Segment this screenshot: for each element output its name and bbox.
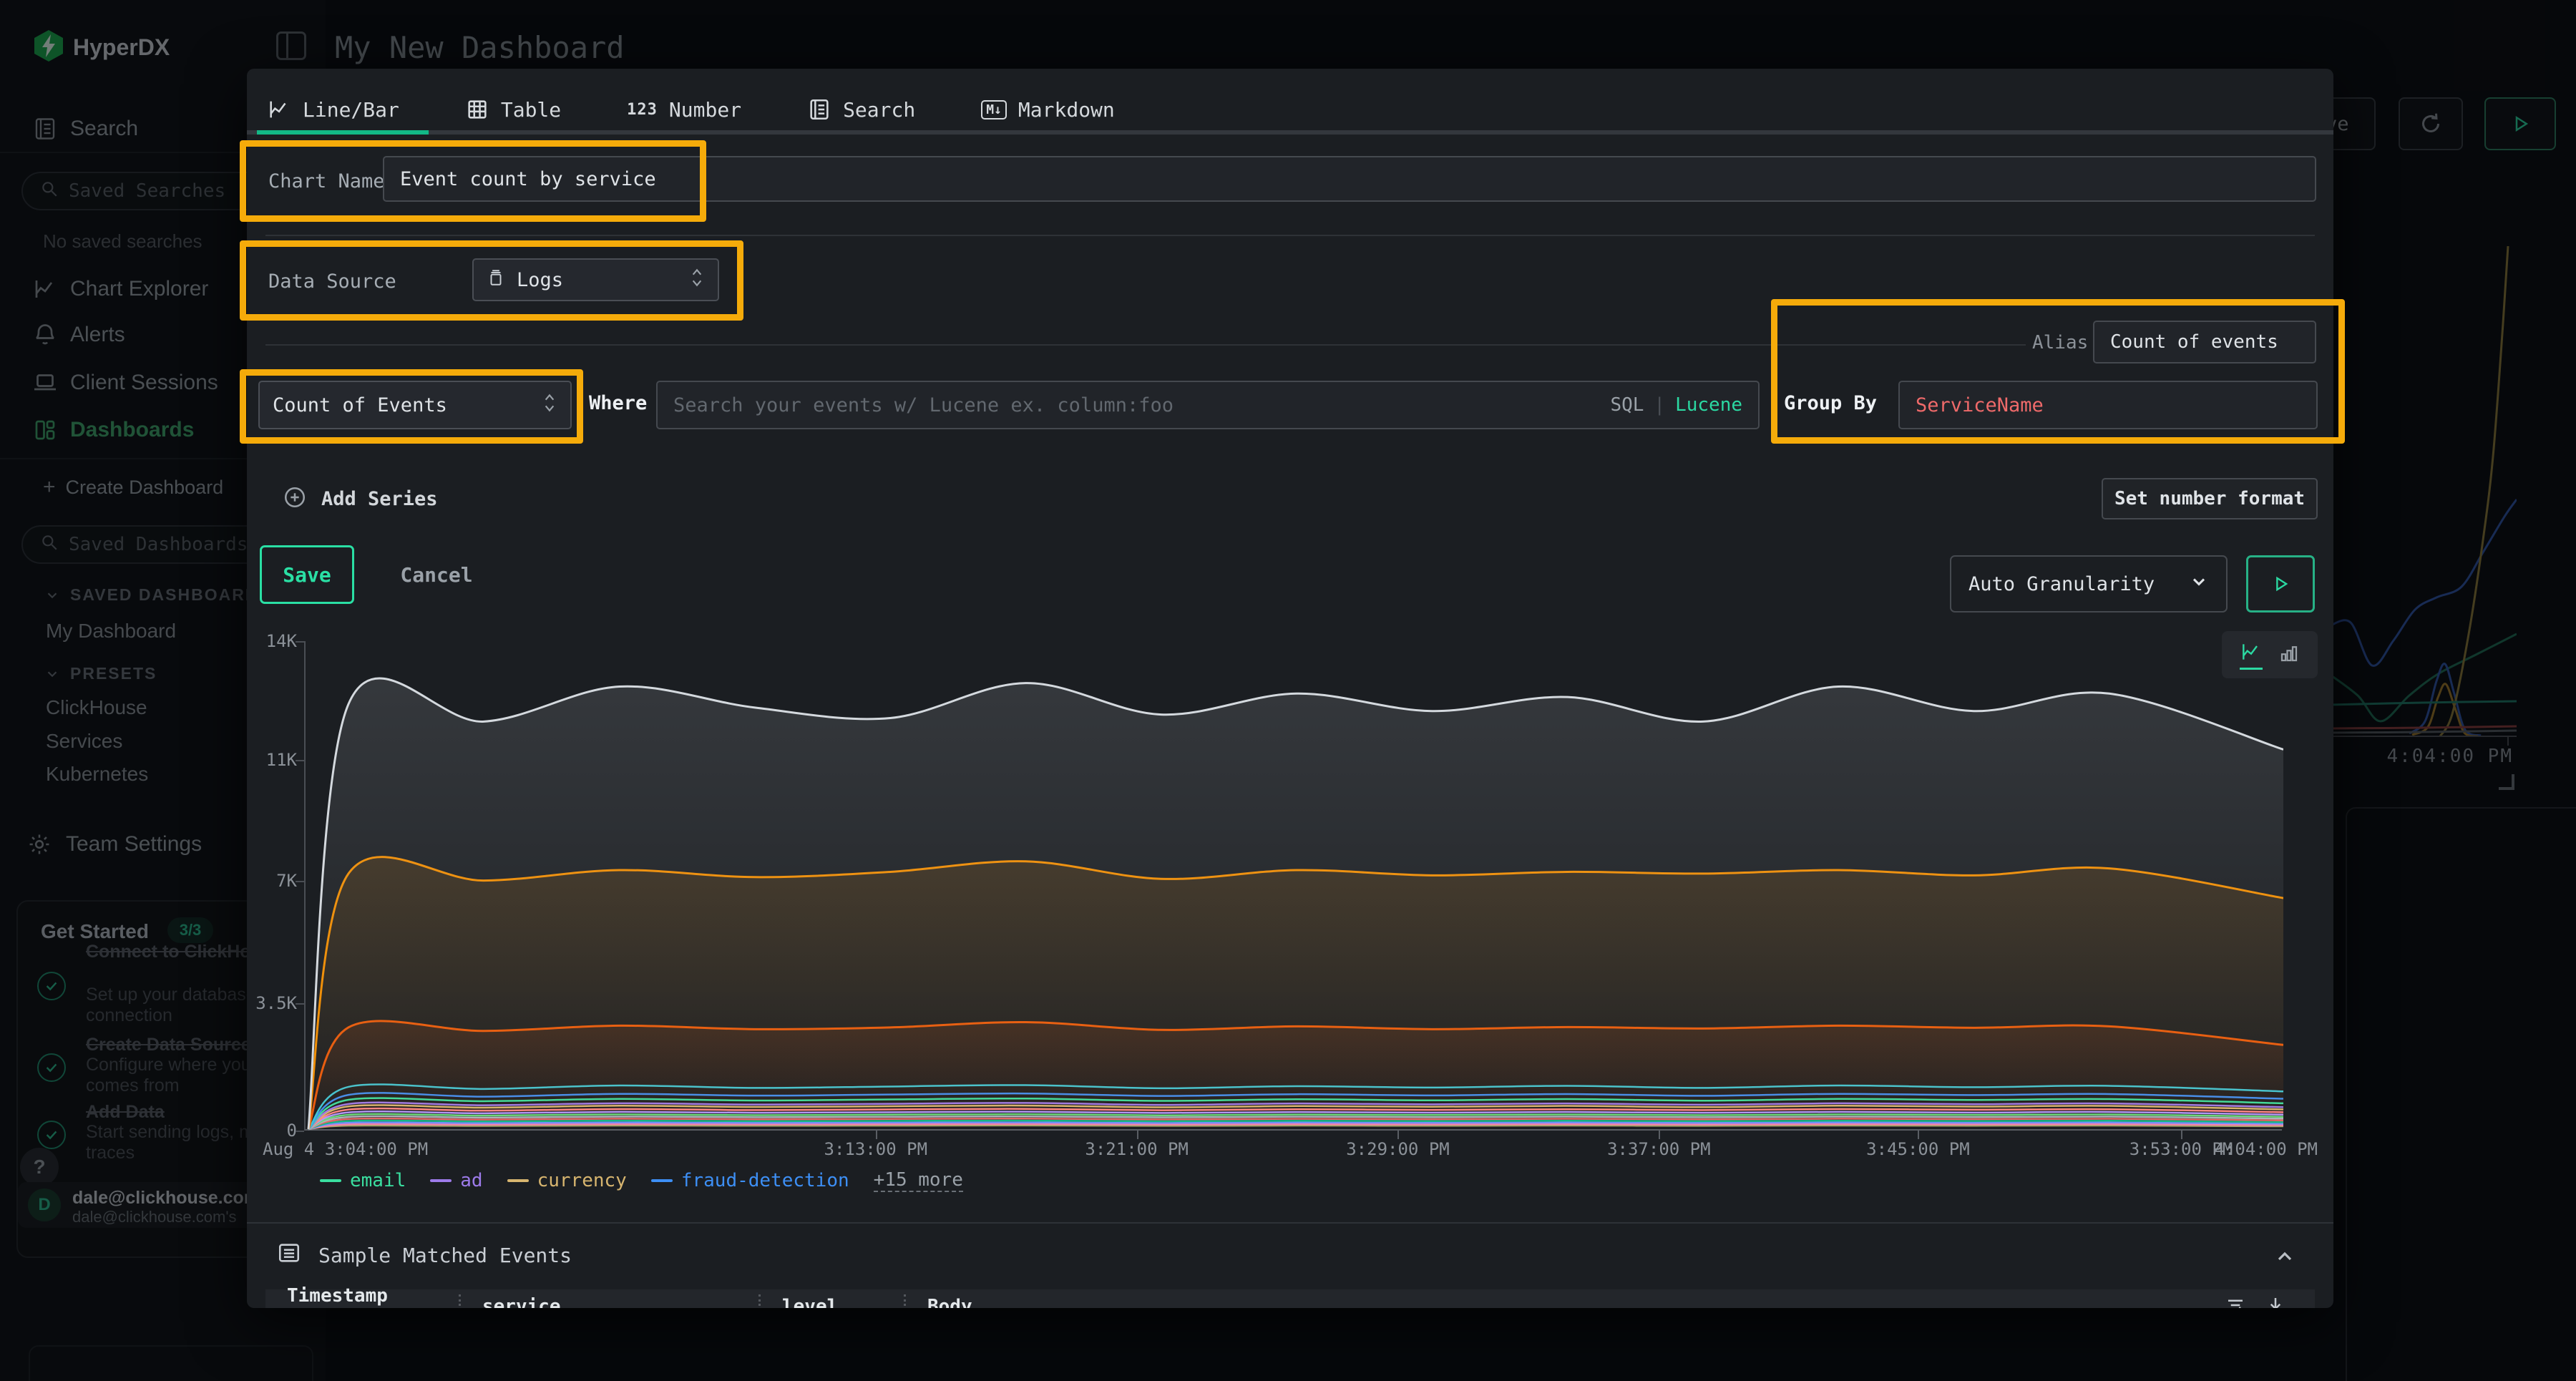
sql-mode-toggle[interactable]: SQL	[1610, 394, 1644, 416]
column-header-level[interactable]: level	[761, 1296, 904, 1308]
mode-separator: |	[1654, 394, 1665, 416]
select-updown-icon	[542, 392, 557, 419]
column-header-timestamp[interactable]: Timestamp (Local)	[265, 1285, 459, 1308]
x-tick-label: 3:45:00 PM	[1866, 1139, 1970, 1159]
x-tick-label: 3:37:00 PM	[1607, 1139, 1711, 1159]
legend-item[interactable]: fraud-detection	[651, 1170, 849, 1191]
set-number-format-button[interactable]: Set number format	[2102, 478, 2318, 519]
chart-name-input[interactable]: Event count by service	[383, 156, 2316, 202]
legend-more-button[interactable]: +15 more	[874, 1169, 963, 1192]
chevron-down-icon	[2189, 572, 2209, 597]
granularity-select[interactable]: Auto Granularity	[1950, 555, 2228, 613]
play-icon	[2270, 574, 2290, 594]
y-tick-label: 7K	[247, 871, 297, 891]
filter-rows-icon[interactable]	[2225, 1294, 2246, 1308]
collapse-section-button[interactable]	[2273, 1245, 2296, 1271]
run-query-button[interactable]	[2246, 555, 2315, 613]
legend-item[interactable]: ad	[430, 1170, 482, 1191]
x-tick-label: 3:13:00 PM	[824, 1139, 928, 1159]
y-tick-label: 14K	[247, 631, 297, 651]
group-by-input[interactable]: ServiceName	[1898, 381, 2318, 429]
x-tick-label: 4:04:00 PM	[2215, 1139, 2318, 1159]
database-icon	[487, 268, 505, 292]
legend-item[interactable]: email	[320, 1170, 406, 1191]
y-tick-label: 0	[247, 1121, 297, 1141]
main-chart-plot[interactable]	[304, 641, 2282, 1131]
x-tick-label: Aug 4 3:04:00 PM	[263, 1139, 428, 1159]
chart-name-label: Chart Name	[268, 170, 385, 192]
where-search-input[interactable]: Search your events w/ Lucene ex. column:…	[656, 381, 1760, 429]
legend-swatch	[507, 1179, 529, 1182]
chart-legend: email ad currency fraud-detection +15 more	[320, 1169, 963, 1192]
x-tick-label: 3:21:00 PM	[1085, 1139, 1189, 1159]
chevron-up-icon	[2273, 1245, 2296, 1268]
plus-circle-icon	[283, 485, 307, 512]
section-divider	[247, 1222, 2333, 1224]
where-placeholder: Search your events w/ Lucene ex. column:…	[673, 394, 1174, 416]
section-divider	[265, 235, 2315, 236]
list-icon	[277, 1241, 301, 1268]
alias-input[interactable]: Count of events	[2093, 321, 2316, 363]
add-series-button[interactable]: Add Series	[283, 485, 438, 512]
y-tick-label: 3.5K	[247, 993, 297, 1013]
download-icon[interactable]	[2265, 1294, 2286, 1308]
x-tick-label: 3:29:00 PM	[1346, 1139, 1450, 1159]
data-source-label: Data Source	[268, 270, 396, 293]
markdown-icon: M↓	[981, 100, 1007, 119]
group-by-label: Group By	[1784, 392, 1877, 414]
tabs-divider	[247, 130, 2333, 135]
save-button[interactable]: Save	[260, 545, 354, 604]
section-divider	[265, 344, 2026, 346]
lucene-mode-toggle[interactable]: Lucene	[1675, 394, 1742, 416]
events-table-header: Timestamp (Local) service level Body	[265, 1289, 2315, 1308]
legend-swatch	[651, 1179, 673, 1182]
sample-events-title: Sample Matched Events	[318, 1244, 572, 1267]
column-header-body[interactable]: Body	[906, 1296, 972, 1308]
active-tab-indicator	[257, 130, 429, 135]
table-icon	[465, 97, 489, 122]
column-header-service[interactable]: service	[461, 1296, 758, 1308]
search-doc-icon	[807, 97, 831, 122]
aggregation-select[interactable]: Count of Events	[258, 381, 572, 429]
select-updown-icon	[689, 267, 705, 293]
data-source-select[interactable]: Logs	[472, 258, 719, 301]
line-chart-icon	[267, 97, 291, 122]
y-tick-label: 11K	[247, 750, 297, 770]
where-label: Where	[589, 392, 647, 414]
legend-swatch	[430, 1179, 452, 1182]
legend-item[interactable]: currency	[507, 1170, 627, 1191]
edit-tile-modal: Line/Bar Table 123 Number Search M↓ Mark…	[247, 69, 2333, 1308]
alias-label: Alias	[2032, 332, 2088, 353]
cancel-button[interactable]: Cancel	[383, 545, 490, 604]
legend-swatch	[320, 1179, 341, 1182]
number-123-icon: 123	[627, 101, 658, 119]
